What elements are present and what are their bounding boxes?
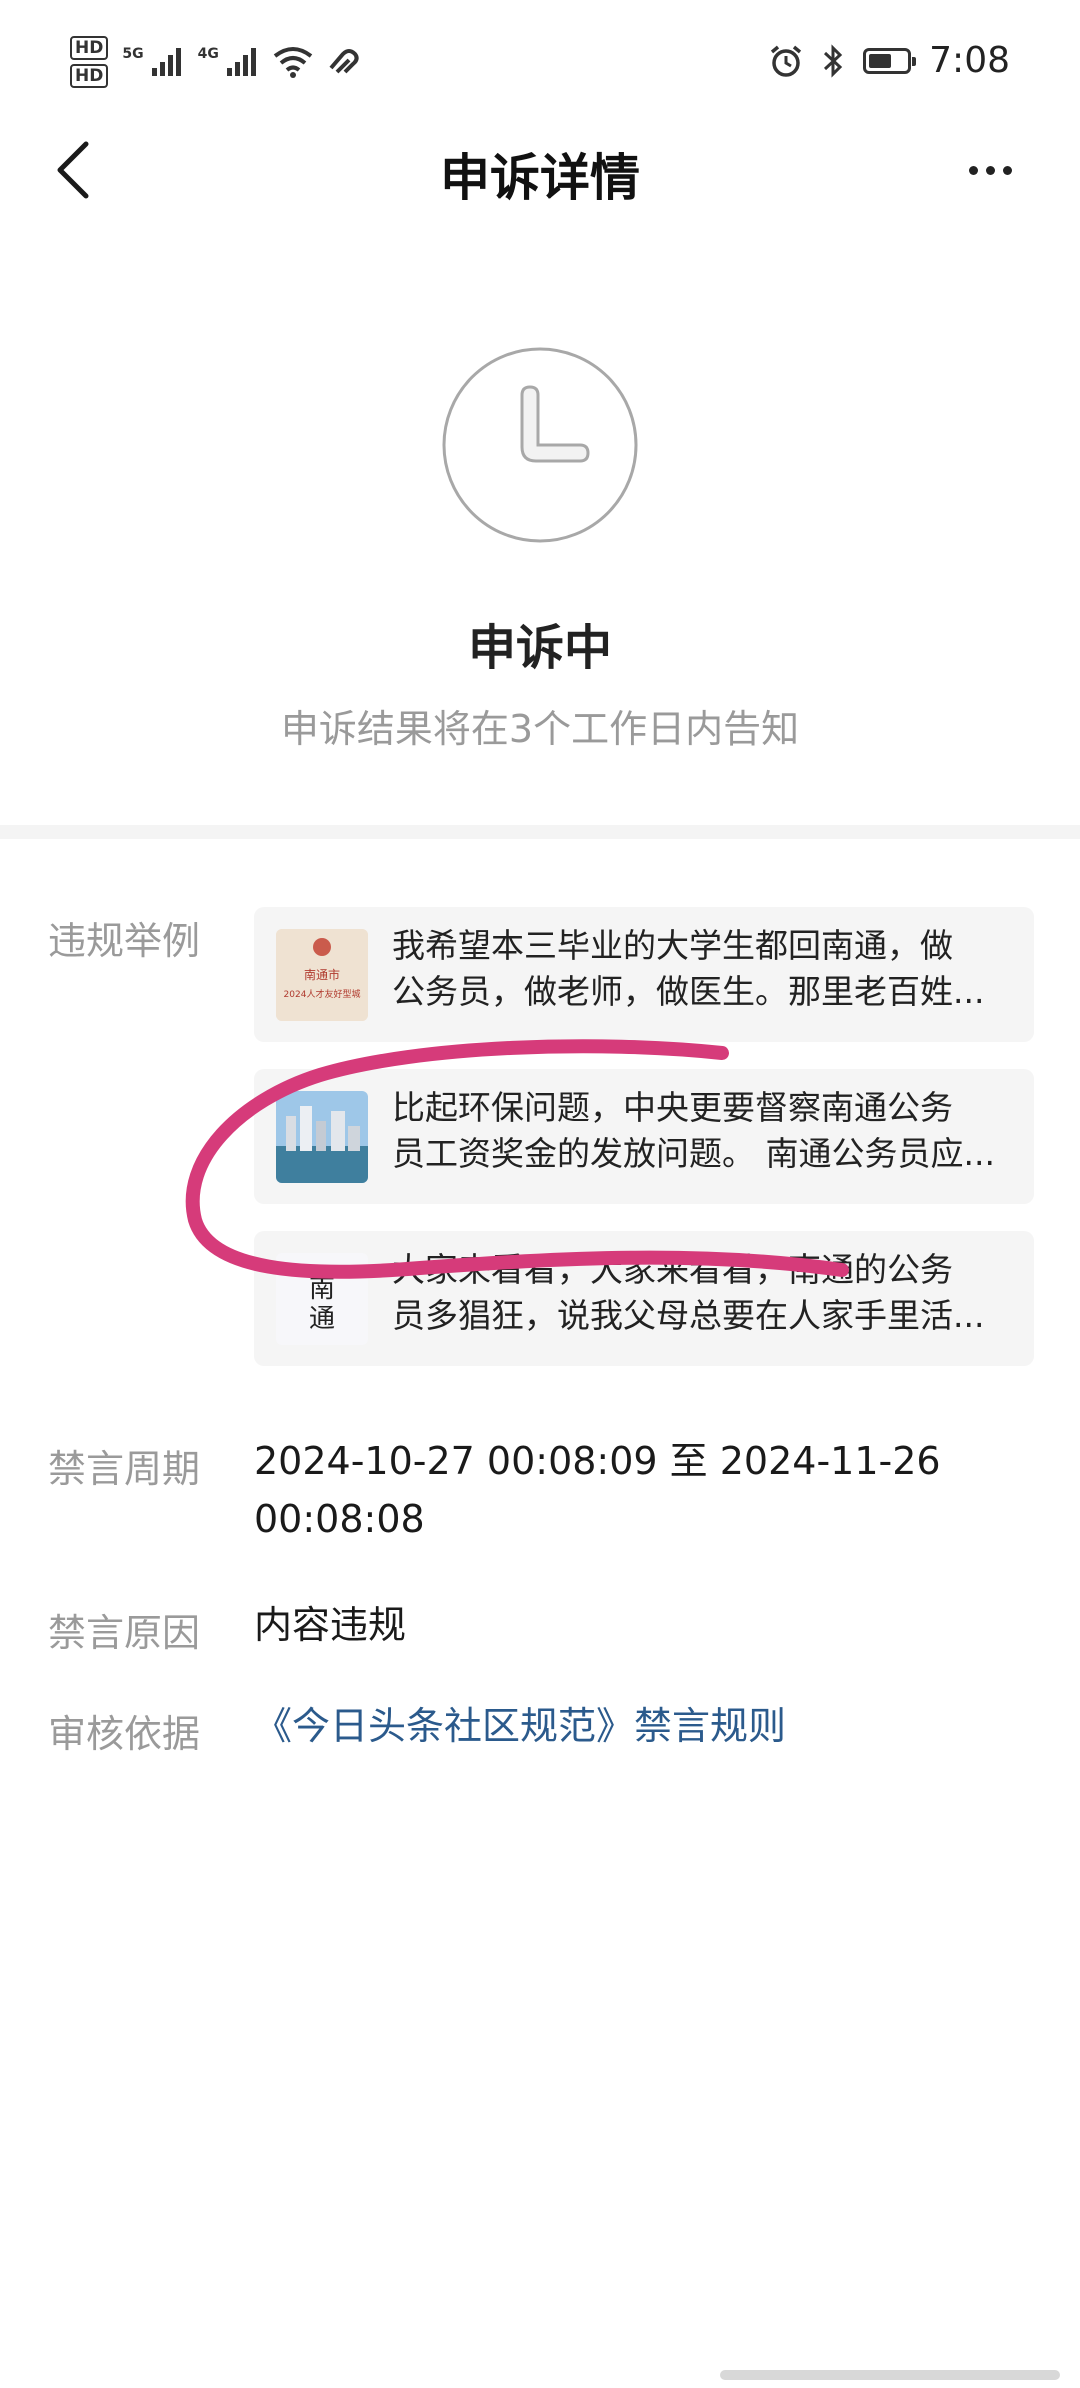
clock-time: 7:08 (929, 40, 1010, 81)
example-line: 公务员，做老师，做医生。那里老百姓... (392, 972, 985, 1011)
ban-period-value: 2024-10-27 00:08:09 至 2024-11-26 00:08:0… (254, 1432, 941, 1548)
thumbnail-image-2 (276, 1091, 368, 1183)
ban-reason-value: 内容违规 (254, 1603, 407, 1647)
example-thumbnail-2 (276, 1091, 368, 1183)
example-line: 我希望本三毕业的大学生都回南通，做 (392, 926, 953, 965)
thumb-text-1b: 2024人才友好型城 (284, 988, 361, 1000)
ban-reason-label: 禁言原因 (48, 1611, 201, 1655)
more-icon-dot (968, 165, 978, 175)
status-bar-right: 7:08 (769, 40, 1010, 81)
section-divider (0, 825, 1080, 839)
status-bar-left: HD HD 5G 4G (70, 36, 361, 88)
battery-icon (863, 47, 917, 74)
ban-period-line1: 2024-10-27 00:08:09 至 2024-11-26 (254, 1439, 941, 1483)
appeal-status-section: 申诉中 申诉结果将在3个工作日内告知 (0, 220, 1080, 825)
more-button[interactable] (950, 140, 1030, 200)
example-thumbnail-3: 南 通 (276, 1253, 368, 1345)
bluetooth-icon (824, 43, 843, 78)
thumb-text-1a: 南通市 (304, 967, 340, 982)
examples-label: 违规举例 (48, 919, 201, 963)
wifi-icon (273, 47, 313, 78)
example-line: 大家来看看，大家来看看，南通的公务 (392, 1250, 953, 1289)
alarm-icon (771, 45, 802, 77)
link-icon (329, 49, 359, 74)
example-line: 比起环保问题，中央更要督察南通公务 (392, 1088, 953, 1127)
example-text-1: 我希望本三毕业的大学生都回南通，做 公务员，做老师，做医生。那里老百姓... (392, 923, 1012, 1019)
page-title: 申诉详情 (440, 149, 640, 207)
thumb-text-3b: 通 (309, 1304, 335, 1334)
review-basis-label: 审核依据 (48, 1712, 201, 1756)
network-5g: 5G (122, 46, 144, 62)
example-card-1[interactable]: 南通市 2024人才友好型城 我希望本三毕业的大学生都回南通，做 公务员，做老师… (254, 907, 1034, 1042)
ban-period-label: 禁言周期 (48, 1447, 201, 1491)
hd-badge-2: HD (70, 64, 109, 88)
example-line: 员工资奖金的发放问题。 南通公务员应... (392, 1134, 995, 1173)
ban-period-line2: 00:08:08 (254, 1497, 425, 1541)
review-basis-link[interactable]: 《今日头条社区规范》禁言规则 (254, 1697, 786, 1755)
more-icon-dot (1002, 165, 1012, 175)
clock-icon (442, 347, 638, 543)
thumbnail-image-1: 南通市 2024人才友好型城 (276, 929, 368, 1021)
hd-badge-1: HD (70, 36, 109, 60)
appeal-status-title: 申诉中 (467, 620, 612, 676)
signal-icon-2 (226, 48, 256, 76)
example-thumbnail-1: 南通市 2024人才友好型城 (276, 929, 368, 1021)
hd-stack: HD HD (70, 36, 109, 88)
example-line: 员多猖狂，说我父母总要在人家手里活... (392, 1296, 985, 1335)
appeal-status-subtitle: 申诉结果将在3个工作日内告知 (280, 707, 800, 751)
home-indicator[interactable] (720, 2370, 1060, 2380)
top-nav-bar: 申诉详情 (0, 120, 1080, 220)
signal-icon (151, 48, 181, 76)
appeal-detail-page: HD HD 5G 4G 7:08 申诉详情 申诉中 申诉结果将在3个工作日内告知… (0, 0, 1080, 2388)
network-4g: 4G (197, 46, 219, 62)
status-bar: HD HD 5G 4G 7:08 (0, 0, 1080, 120)
thumb-text-3a: 南 (309, 1274, 335, 1304)
example-text-3: 大家来看看，大家来看看，南通的公务 员多猖狂，说我父母总要在人家手里活... (392, 1247, 1012, 1343)
example-text-2: 比起环保问题，中央更要督察南通公务 员工资奖金的发放问题。 南通公务员应... (392, 1085, 1012, 1181)
example-card-2[interactable]: 比起环保问题，中央更要督察南通公务 员工资奖金的发放问题。 南通公务员应... (254, 1069, 1034, 1204)
thumbnail-image-3: 南 通 (276, 1253, 368, 1345)
battery-fill (869, 53, 891, 68)
more-icon-dot (985, 165, 995, 175)
example-card-3[interactable]: 南 通 大家来看看，大家来看看，南通的公务 员多猖狂，说我父母总要在人家手里活.… (254, 1231, 1034, 1366)
